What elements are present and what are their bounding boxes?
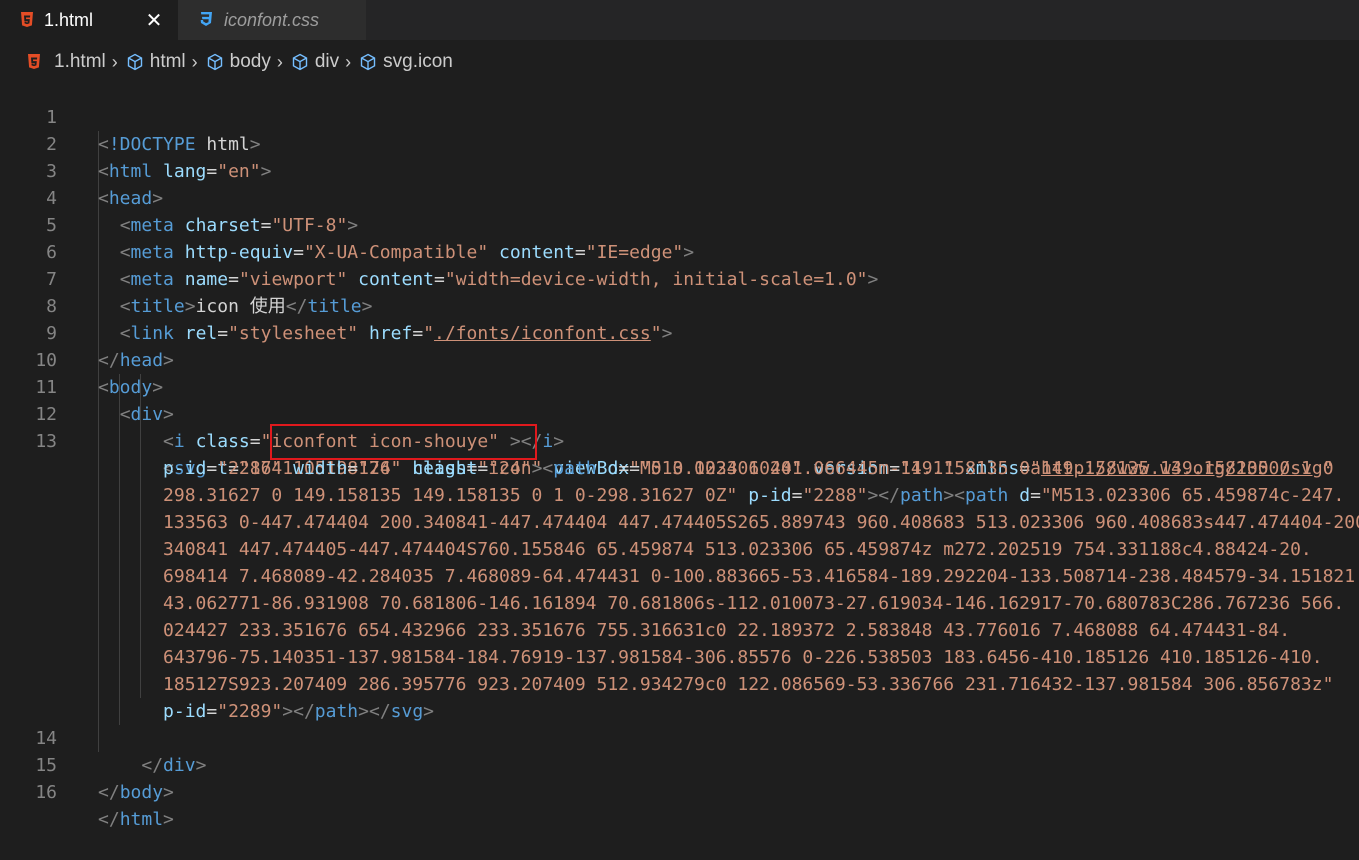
html5-icon [28, 54, 40, 69]
breadcrumb-item-svg[interactable]: svg.icon [383, 51, 453, 73]
cube-icon [360, 53, 376, 71]
code-line-wrap: 298.31627 0 149.158135 149.158135 0 1 0-… [163, 485, 1345, 506]
code-line-wrap: 698414 7.468089-42.284035 7.468089-64.47… [163, 566, 1356, 587]
html5-icon [21, 12, 33, 27]
code-line-wrap: 43.062771-86.931908 70.681806-146.161894… [163, 593, 1345, 614]
breadcrumb-item-div[interactable]: div [315, 51, 339, 73]
code-line-wrap: 643796-75.140351-137.981584-184.76919-13… [163, 647, 1323, 668]
code-line: 10 <body> [0, 320, 1359, 398]
breadcrumb-item-file[interactable]: 1.html [54, 51, 106, 73]
code-line: 4 <meta charset="UTF-8"> [0, 158, 1359, 236]
close-icon[interactable]: ✕ [145, 9, 163, 31]
cube-icon [292, 53, 308, 71]
code-line: 8 <link rel="stylesheet" href="./fonts/i… [0, 266, 1359, 344]
chevron-right-icon: › [276, 51, 283, 72]
chevron-right-icon: › [111, 51, 118, 72]
code-line-wrap: 133563 0-447.474404 200.340841-447.47440… [163, 512, 1359, 533]
code-line: 13 <svg t="1641105198176" class="icon" v… [0, 401, 1359, 479]
tab-iconfont-css[interactable]: iconfont.css [178, 0, 366, 40]
code-line: 6 <meta name="viewport" content="width=d… [0, 212, 1359, 290]
chevron-right-icon: › [191, 51, 198, 72]
tab-label: 1.html [44, 9, 94, 30]
code-line: 5 <meta http-equiv="X-UA-Compatible" con… [0, 185, 1359, 263]
tab-label: iconfont.css [224, 9, 320, 30]
code-line: 7 <title>icon 使用</title> [0, 239, 1359, 317]
code-line: 2 <html lang="en"> [0, 104, 1359, 182]
tab-1-html[interactable]: 1.html ✕ [0, 0, 178, 40]
cube-icon [207, 53, 222, 71]
code-line: 1 <!DOCTYPE html> [0, 77, 1359, 155]
code-line-wrap: p-id="2287" width="24" height="24"><path… [163, 458, 1334, 479]
breadcrumb-item-body[interactable]: body [230, 51, 271, 73]
cube-icon [127, 53, 142, 71]
code-line: 9 </head> [0, 293, 1359, 371]
line-number: 16 [35, 782, 57, 803]
breadcrumb-item-html[interactable]: html [150, 51, 186, 73]
code-line: 14 </div> [0, 698, 1359, 776]
code-line-wrap: 340841 447.474405-447.474404S760.155846 … [163, 539, 1312, 560]
code-line-wrap: p-id="2289"></path></svg> [163, 701, 435, 722]
breadcrumb: 1.html › html › body › div › svg.icon [0, 44, 1359, 80]
tab-bar: 1.html ✕ iconfont.css [0, 0, 1359, 40]
code-line: 16 </html> [0, 752, 1359, 830]
code-line-wrap: 185127S923.207409 286.395776 923.207409 … [163, 674, 1334, 695]
css3-icon [200, 12, 212, 26]
code-editor[interactable]: 1 <!DOCTYPE html> 2 <html lang="en"> 3 <… [0, 77, 1359, 830]
chevron-right-icon: › [345, 51, 352, 72]
code-line: 11 <div> [0, 347, 1359, 425]
annotation-highlight-box [270, 424, 537, 460]
code-line: 3 <head> [0, 131, 1359, 209]
code-line: 15 </body> [0, 725, 1359, 803]
code-line-wrap: 024427 233.351676 654.432966 233.351676 … [163, 620, 1291, 641]
code-line: 12 <i class="iconfont icon-shouye" ></i> [0, 374, 1359, 452]
